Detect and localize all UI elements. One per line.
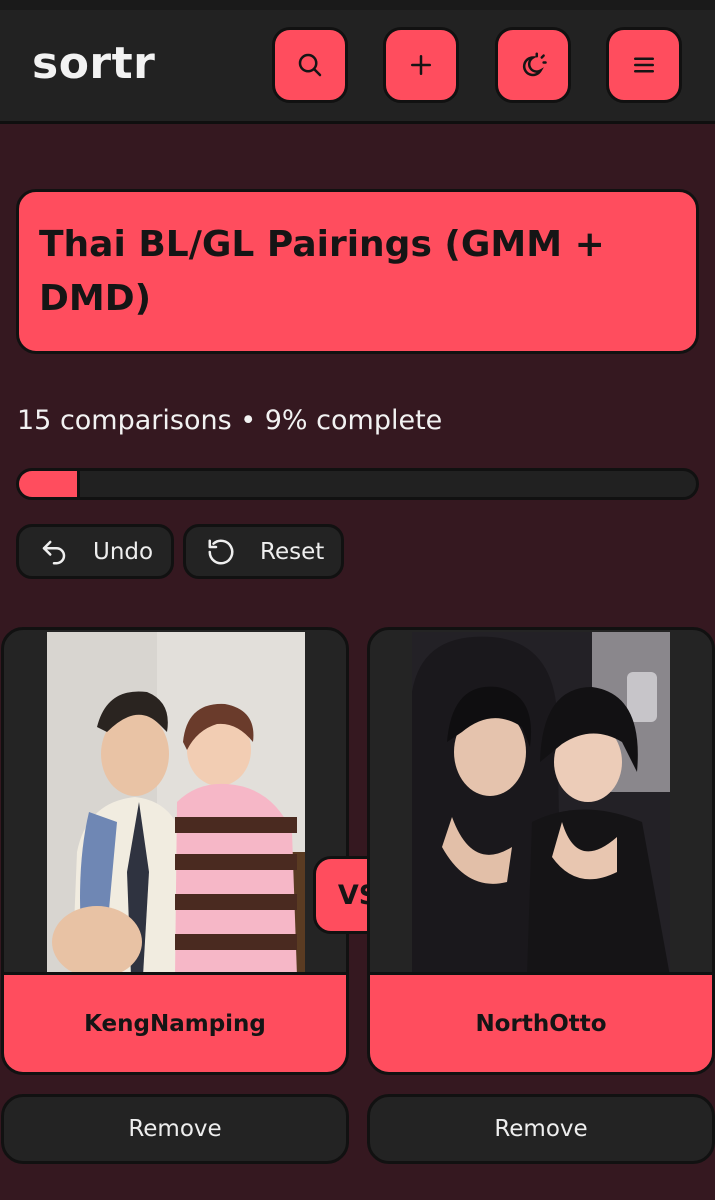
- theme-toggle-icon: [522, 52, 547, 77]
- app-logo[interactable]: sortr: [32, 38, 155, 89]
- reset-button[interactable]: Reset: [183, 524, 344, 579]
- app-header: sortr: [0, 10, 715, 124]
- menu-icon: [634, 57, 654, 73]
- undo-label: Undo: [93, 538, 154, 565]
- option-card-left[interactable]: KengNamping: [1, 627, 349, 1075]
- theme-toggle-button[interactable]: [495, 27, 571, 103]
- plus-icon: [411, 55, 431, 75]
- progress-stats: 15 comparisons • 9% complete: [17, 405, 443, 436]
- option-name-right: NorthOtto: [370, 972, 712, 1072]
- option-photo-left: [47, 632, 305, 976]
- option-photo-right: [412, 632, 670, 976]
- undo-icon: [42, 540, 66, 564]
- status-strip: [0, 0, 715, 10]
- sorter-title-card: Thai BL/GL Pairings (GMM + DMD): [16, 189, 699, 354]
- progress-bar: [16, 468, 699, 500]
- search-icon: [298, 53, 322, 77]
- undo-button[interactable]: Undo: [16, 524, 174, 579]
- remove-right-button[interactable]: Remove: [367, 1094, 715, 1164]
- add-button[interactable]: [383, 27, 459, 103]
- progress-bar-fill: [19, 471, 80, 497]
- option-name-left: KengNamping: [4, 972, 346, 1072]
- page-title: Thai BL/GL Pairings (GMM + DMD): [39, 224, 605, 319]
- remove-left-button[interactable]: Remove: [1, 1094, 349, 1164]
- reset-label: Reset: [260, 538, 325, 565]
- menu-button[interactable]: [606, 27, 682, 103]
- search-button[interactable]: [272, 27, 348, 103]
- option-card-right[interactable]: NorthOtto: [367, 627, 715, 1075]
- reset-icon: [208, 539, 234, 564]
